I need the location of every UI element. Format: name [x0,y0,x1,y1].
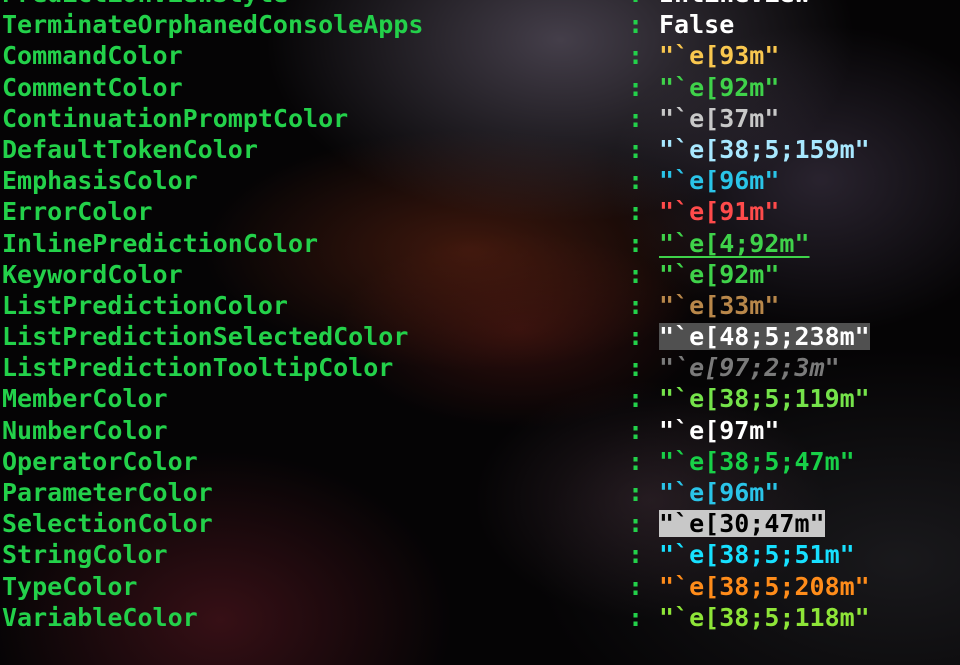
option-value: "`e[96m" [659,166,780,196]
option-value: "`e[30;47m" [659,509,825,539]
separator-colon: : [628,602,644,632]
separator-colon: : [628,290,644,320]
option-name: ListPredictionColor [2,290,288,320]
option-value: "`e[92m" [659,259,780,289]
option-value: "`e[92m" [659,72,780,102]
separator-colon: : [628,103,644,133]
option-value: "`e[38;5;119m" [659,384,870,414]
separator-colon: : [628,540,644,570]
separator-colon: : [628,10,644,40]
option-value: "`e[97;2;3m" [659,353,840,383]
option-value: "`e[4;92m" [659,228,810,258]
option-name: MemberColor [2,384,168,414]
separator-colon: : [628,0,643,9]
separator-colon: : [628,72,644,102]
separator-colon: : [628,166,644,196]
option-name: SelectionColor [2,509,213,539]
separator-colon: : [628,197,644,227]
option-name: InlinePredictionColor [2,228,319,258]
terminal-window[interactable]: PredictionViewStyle: InlineView TerminateO… [0,0,960,665]
option-value: "`e[91m" [659,197,780,227]
option-name: StringColor [2,540,168,570]
separator-colon: : [628,384,644,414]
option-value: "`e[48;5;238m" [659,322,870,352]
option-name: DefaultTokenColor [2,134,258,164]
option-value: "`e[38;5;118m" [659,602,870,632]
option-value: "`e[38;5;159m" [659,134,870,164]
separator-colon: : [628,478,644,507]
option-value: "`e[97m" [659,415,780,445]
separator-colon: : [628,228,644,258]
option-name: CommentColor [2,72,183,102]
option-name: ListPredictionSelectedColor [2,322,409,352]
option-name: CommandColor [2,41,183,71]
separator-colon: : [628,353,644,383]
option-name: PredictionViewStyle [2,0,288,9]
option-value: "`e[38;5;208m" [659,571,870,601]
option-value: "`e[38;5;47m" [659,446,855,476]
option-name: ListPredictionTooltipColor [2,353,394,383]
separator-colon: : [628,134,644,164]
separator-colon: : [628,41,644,71]
separator-colon: : [628,259,644,289]
separator-colon: : [628,415,644,445]
separator-colon: : [628,509,644,539]
option-name: TerminateOrphanedConsoleApps [2,10,424,40]
option-value: False [659,10,735,40]
option-name: KeywordColor [2,259,183,289]
option-value: "`e[37m" [659,103,780,133]
option-name: OperatorColor [2,446,198,476]
option-value: InlineView [659,0,810,9]
separator-colon: : [628,446,644,476]
option-value: "`e[96m" [659,478,780,507]
option-name: EmphasisColor [2,166,198,196]
option-value: "`e[38;5;51m" [659,540,855,570]
separator-colon: : [628,571,644,601]
option-name: ContinuationPromptColor [2,103,349,133]
separator-colon: : [628,322,644,352]
option-name: NumberColor [2,415,168,445]
option-name: TypeColor [2,571,138,601]
option-name: ParameterColor [2,478,213,507]
option-value: "`e[93m" [659,41,780,71]
option-value: "`e[33m" [659,290,780,320]
option-name: VariableColor [2,602,198,632]
option-name: ErrorColor [2,197,153,227]
